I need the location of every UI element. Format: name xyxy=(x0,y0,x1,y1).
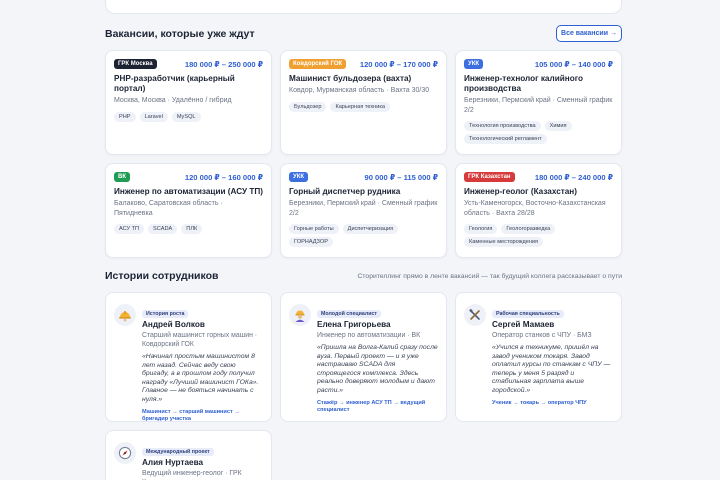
employee-name: Сергей Мамаев xyxy=(492,320,555,329)
vacancy-location: Березники, Пермский край · Сменный графи… xyxy=(289,200,438,217)
tag: Бульдозер xyxy=(289,101,327,112)
vacancy-tags: Бульдозер Карьерная техника xyxy=(289,101,438,112)
stories-section-note: Сторителлинг прямо в ленте вакансий — та… xyxy=(357,273,622,280)
vacancy-card[interactable]: ВК 120 000 ₽ – 160 000 ₽ Инженер по авто… xyxy=(105,163,272,258)
company-badge: УКК xyxy=(289,172,309,182)
tag: Диспетчеризация xyxy=(342,224,399,234)
tag: ПЛК xyxy=(181,224,203,234)
tag: АСУ ТП xyxy=(114,224,145,234)
tag: MySQL xyxy=(171,111,201,122)
story-card[interactable]: История роста Андрей Волков Старший маши… xyxy=(105,292,272,422)
employee-quote: «Учился в техникуме, пришёл на завод уче… xyxy=(492,344,611,394)
vacancy-tags: Технология производства Химия Технологич… xyxy=(464,121,613,144)
compass-icon xyxy=(114,442,136,464)
vacancy-tags: АСУ ТП SCADA ПЛК xyxy=(114,224,263,234)
tag: SCADA xyxy=(148,224,178,234)
salary: 120 000 ₽ – 170 000 ₽ xyxy=(359,59,438,69)
employee-role: Оператор станков с ЧПУ · БМЗ xyxy=(492,332,592,339)
tag: PHP xyxy=(114,111,136,122)
salary: 180 000 ₽ – 240 000 ₽ xyxy=(534,172,613,182)
career-path: Стажёр → инженер АСУ ТП → ведущий специа… xyxy=(317,399,426,414)
tag: Каменные месторождения xyxy=(464,237,544,247)
story-badge: История роста xyxy=(142,310,189,318)
career-path: Машинист → старший машинист → бригадир у… xyxy=(142,408,240,423)
tag: Карьерная техника xyxy=(330,101,391,112)
story-badge: Рабочая специальность xyxy=(492,310,564,318)
tag: ГОРНАДЗОР xyxy=(289,237,333,247)
vacancies-section-title: Вакансии, которые уже ждут xyxy=(105,28,255,40)
tag: Технология производства xyxy=(464,121,541,131)
tag: Геологоразведка xyxy=(501,224,556,234)
salary: 180 000 ₽ – 250 000 ₽ xyxy=(184,59,263,69)
vacancy-tags: Геология Геологоразведка Каменные местор… xyxy=(464,224,613,247)
vacancy-location: Усть-Каменогорск, Восточно-Казахстанская… xyxy=(464,200,606,217)
vacancy-card[interactable]: УКК 105 000 ₽ – 140 000 ₽ Инженер-технол… xyxy=(455,50,622,155)
vacancy-card[interactable]: ГРК Москва 180 000 ₽ – 250 000 ₽ PHP-раз… xyxy=(105,50,272,155)
salary: 105 000 ₽ – 140 000 ₽ xyxy=(534,59,613,69)
employee-name: Елена Григорьева xyxy=(317,320,391,329)
vacancy-card[interactable]: ГРК Казахстан 180 000 ₽ – 240 000 ₽ Инже… xyxy=(455,163,622,258)
employee-role: Старший машинист горных машин · Ковдорск… xyxy=(142,332,258,348)
story-card[interactable]: Молодой специалист Елена Григорьева Инже… xyxy=(280,292,447,422)
tag: Laravel xyxy=(139,111,168,122)
company-badge: Ковдорский ГОК xyxy=(289,59,347,69)
vacancy-title[interactable]: Инженер-геолог (Казахстан) xyxy=(464,187,613,197)
all-vacancies-button[interactable]: Все вакансии → xyxy=(556,25,622,42)
company-badge: ГРК Казахстан xyxy=(464,172,515,182)
vacancy-location: Балаково, Саратовская область · Пятиднев… xyxy=(114,200,223,217)
top-section-card xyxy=(105,0,622,14)
vacancy-title[interactable]: Инженер-технолог калийного производства xyxy=(464,74,613,94)
tools-icon xyxy=(464,304,486,326)
stories-section-title: Истории сотрудников xyxy=(105,270,219,282)
employee-name: Андрей Волков xyxy=(142,320,205,329)
vacancy-title[interactable]: Машинист бульдозера (вахта) xyxy=(289,74,438,84)
vacancy-card[interactable]: УКК 90 000 ₽ – 115 000 ₽ Горный диспетче… xyxy=(280,163,447,258)
employee-quote: «Пришла на Волга-Калий сразу после вуза.… xyxy=(317,344,438,394)
tag: Геология xyxy=(464,224,498,234)
vacancy-tags: Горные работы Диспетчеризация ГОРНАДЗОР xyxy=(289,224,438,247)
salary: 90 000 ₽ – 115 000 ₽ xyxy=(364,172,439,182)
vacancy-location: Ковдор, Мурманская область · Вахта 30/30 xyxy=(289,87,430,94)
company-badge: ГРК Москва xyxy=(114,59,157,69)
helmet-icon xyxy=(114,304,136,326)
employee-quote: «Начинал простым машинистом 8 лет назад.… xyxy=(142,353,259,403)
vacancy-card[interactable]: Ковдорский ГОК 120 000 ₽ – 170 000 ₽ Маш… xyxy=(280,50,447,155)
story-badge: Международный проект xyxy=(142,448,214,456)
company-badge: ВК xyxy=(114,172,130,182)
vacancy-title[interactable]: Горный диспетчер рудника xyxy=(289,187,438,197)
vacancy-title[interactable]: Инженер по автоматизации (АСУ ТП) xyxy=(114,187,263,197)
employee-name: Алия Нуртаева xyxy=(142,458,204,467)
tag: Горные работы xyxy=(289,224,339,234)
vacancy-location: Березники, Пермский край · Сменный графи… xyxy=(464,97,613,114)
vacancy-location: Москва, Москва · Удалённо / гибрид xyxy=(114,97,232,104)
tag: Технологический регламент xyxy=(464,134,547,144)
story-card[interactable]: Рабочая специальность Сергей Мамаев Опер… xyxy=(455,292,622,422)
tag: Химия xyxy=(544,121,572,131)
vacancy-title[interactable]: PHP-разработчик (карьерный портал) xyxy=(114,74,263,94)
story-badge: Молодой специалист xyxy=(317,310,382,318)
story-card[interactable]: Международный проект Алия Нуртаева Ведущ… xyxy=(105,430,272,480)
career-path: Ученик → токарь → оператор ЧПУ xyxy=(492,399,587,406)
salary: 120 000 ₽ – 160 000 ₽ xyxy=(184,172,263,182)
company-badge: УКК xyxy=(464,59,484,69)
employee-role: Ведущий инженер-геолог · ГРК Казахстан xyxy=(142,470,242,480)
employee-role: Инженер по автоматизации · ВК xyxy=(317,332,421,339)
worker-icon xyxy=(289,304,311,326)
vacancy-tags: PHP Laravel MySQL xyxy=(114,111,263,122)
